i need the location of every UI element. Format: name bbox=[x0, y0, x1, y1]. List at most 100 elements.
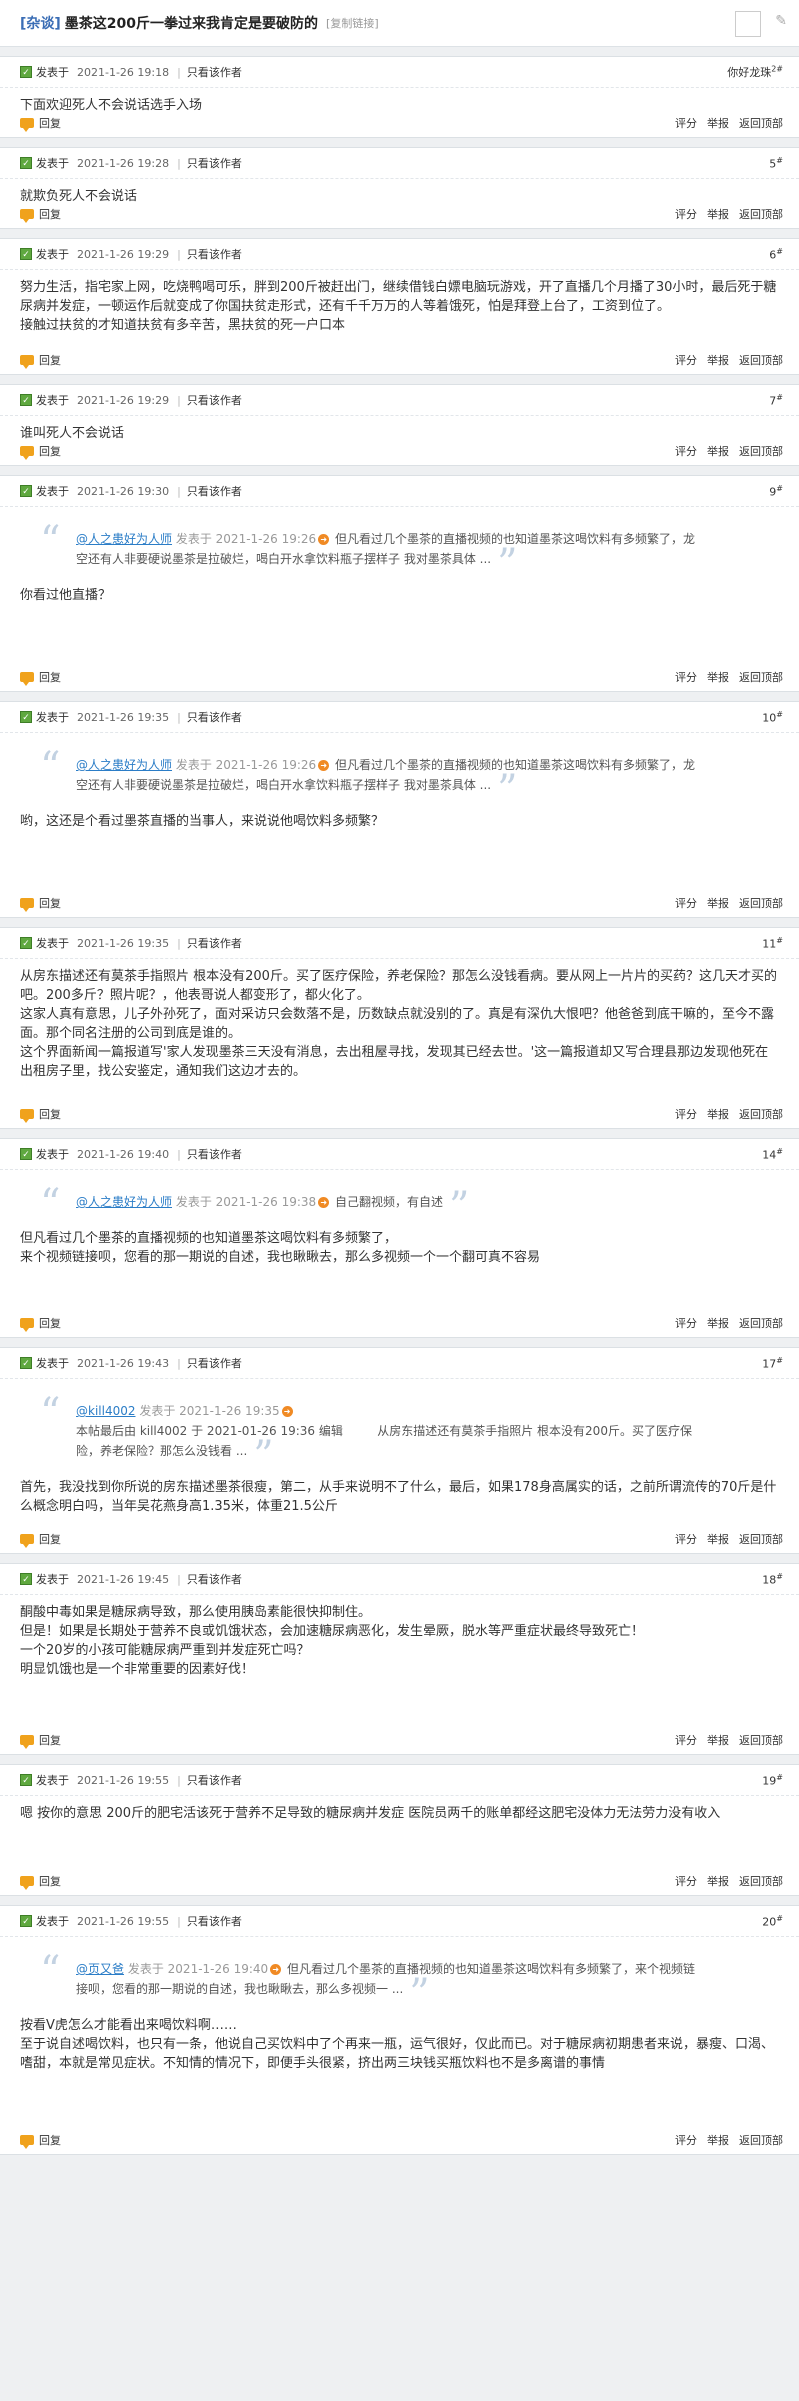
back-to-top-button[interactable]: 返回顶部 bbox=[739, 2132, 783, 2148]
speech-bubble-icon[interactable] bbox=[20, 118, 34, 132]
only-author-link[interactable]: 只看该作者 bbox=[187, 64, 242, 80]
reply-button[interactable]: 回复 bbox=[39, 895, 61, 911]
reply-button[interactable]: 回复 bbox=[39, 1106, 61, 1122]
rate-button[interactable]: 评分 bbox=[675, 352, 697, 368]
only-author-link[interactable]: 只看该作者 bbox=[187, 1913, 242, 1929]
only-author-link[interactable]: 只看该作者 bbox=[187, 709, 242, 725]
speech-bubble-icon[interactable] bbox=[20, 355, 34, 369]
back-to-top-button[interactable]: 返回顶部 bbox=[739, 1873, 783, 1889]
rate-button[interactable]: 评分 bbox=[675, 669, 697, 685]
only-author-link[interactable]: 只看该作者 bbox=[187, 1571, 242, 1587]
floor-number[interactable]: 20# bbox=[762, 1914, 783, 1929]
report-button[interactable]: 举报 bbox=[707, 1732, 729, 1748]
reply-button[interactable]: 回复 bbox=[39, 206, 61, 222]
rate-button[interactable]: 评分 bbox=[675, 115, 697, 131]
post: ✓ 发表于 2021-1-26 19:35 | 只看该作者 10# “ @人之患好为人师 发表… bbox=[0, 701, 799, 918]
speech-bubble-icon[interactable] bbox=[20, 1735, 34, 1749]
floor-number[interactable]: 11# bbox=[762, 936, 783, 951]
header-checkbox[interactable] bbox=[735, 11, 761, 37]
quoted-user-link[interactable]: @kill4002 bbox=[76, 1404, 136, 1418]
reply-button[interactable]: 回复 bbox=[39, 1315, 61, 1331]
quoted-user-link[interactable]: @人之患好为人师 bbox=[76, 758, 172, 772]
report-button[interactable]: 举报 bbox=[707, 1873, 729, 1889]
back-to-top-button[interactable]: 返回顶部 bbox=[739, 115, 783, 131]
speech-bubble-icon[interactable] bbox=[20, 1876, 34, 1890]
arrow-circle-icon[interactable]: ➜ bbox=[318, 760, 330, 771]
report-button[interactable]: 举报 bbox=[707, 895, 729, 911]
reply-button[interactable]: 回复 bbox=[39, 443, 61, 459]
arrow-circle-icon[interactable]: ➜ bbox=[318, 1197, 330, 1208]
only-author-link[interactable]: 只看该作者 bbox=[187, 935, 242, 951]
arrow-circle-icon[interactable]: ➜ bbox=[270, 1964, 282, 1975]
back-to-top-button[interactable]: 返回顶部 bbox=[739, 1315, 783, 1331]
report-button[interactable]: 举报 bbox=[707, 1315, 729, 1331]
report-button[interactable]: 举报 bbox=[707, 206, 729, 222]
reply-button[interactable]: 回复 bbox=[39, 115, 61, 131]
posted-at-label: 发表于 bbox=[36, 1774, 69, 1787]
arrow-circle-icon[interactable]: ➜ bbox=[281, 1406, 293, 1417]
arrow-circle-icon[interactable]: ➜ bbox=[318, 534, 330, 545]
speech-bubble-icon[interactable] bbox=[20, 1318, 34, 1332]
back-to-top-button[interactable]: 返回顶部 bbox=[739, 206, 783, 222]
quoted-user-link[interactable]: @页又爸 bbox=[76, 1962, 124, 1976]
report-button[interactable]: 举报 bbox=[707, 1106, 729, 1122]
speech-bubble-icon[interactable] bbox=[20, 1109, 34, 1123]
rate-button[interactable]: 评分 bbox=[675, 206, 697, 222]
reply-button[interactable]: 回复 bbox=[39, 1531, 61, 1547]
rate-button[interactable]: 评分 bbox=[675, 1315, 697, 1331]
rate-button[interactable]: 评分 bbox=[675, 1873, 697, 1889]
rate-button[interactable]: 评分 bbox=[675, 1531, 697, 1547]
report-button[interactable]: 举报 bbox=[707, 1531, 729, 1547]
only-author-link[interactable]: 只看该作者 bbox=[187, 246, 242, 262]
only-author-link[interactable]: 只看该作者 bbox=[187, 483, 242, 499]
floor-number[interactable]: 9# bbox=[769, 484, 783, 499]
floor-number[interactable]: 7# bbox=[769, 393, 783, 408]
rate-button[interactable]: 评分 bbox=[675, 895, 697, 911]
back-to-top-button[interactable]: 返回顶部 bbox=[739, 1531, 783, 1547]
back-to-top-button[interactable]: 返回顶部 bbox=[739, 669, 783, 685]
floor-number[interactable]: 17# bbox=[762, 1356, 783, 1371]
rate-button[interactable]: 评分 bbox=[675, 1106, 697, 1122]
pen-icon[interactable]: ✎ bbox=[775, 13, 787, 29]
report-button[interactable]: 举报 bbox=[707, 2132, 729, 2148]
reply-button[interactable]: 回复 bbox=[39, 1873, 61, 1889]
speech-bubble-icon[interactable] bbox=[20, 1534, 34, 1548]
only-author-link[interactable]: 只看该作者 bbox=[187, 1146, 242, 1162]
rate-button[interactable]: 评分 bbox=[675, 443, 697, 459]
reply-button[interactable]: 回复 bbox=[39, 2132, 61, 2148]
speech-bubble-icon[interactable] bbox=[20, 446, 34, 460]
speech-bubble-icon[interactable] bbox=[20, 898, 34, 912]
back-to-top-button[interactable]: 返回顶部 bbox=[739, 352, 783, 368]
only-author-link[interactable]: 只看该作者 bbox=[187, 1772, 242, 1788]
reply-button[interactable]: 回复 bbox=[39, 1732, 61, 1748]
floor-number[interactable]: 10# bbox=[762, 710, 783, 725]
speech-bubble-icon[interactable] bbox=[20, 2135, 34, 2149]
back-to-top-button[interactable]: 返回顶部 bbox=[739, 1106, 783, 1122]
back-to-top-button[interactable]: 返回顶部 bbox=[739, 895, 783, 911]
quoted-user-link[interactable]: @人之患好为人师 bbox=[76, 532, 172, 546]
floor-number[interactable]: 6# bbox=[769, 247, 783, 262]
reply-button[interactable]: 回复 bbox=[39, 352, 61, 368]
report-button[interactable]: 举报 bbox=[707, 443, 729, 459]
rate-button[interactable]: 评分 bbox=[675, 2132, 697, 2148]
only-author-link[interactable]: 只看该作者 bbox=[187, 392, 242, 408]
copy-link-button[interactable]: [复制链接] bbox=[326, 15, 379, 31]
quoted-user-link[interactable]: @人之患好为人师 bbox=[76, 1195, 172, 1209]
speech-bubble-icon[interactable] bbox=[20, 672, 34, 686]
floor-number[interactable]: 你好龙珠2# bbox=[727, 64, 783, 80]
only-author-link[interactable]: 只看该作者 bbox=[187, 1355, 242, 1371]
back-to-top-button[interactable]: 返回顶部 bbox=[739, 443, 783, 459]
floor-number[interactable]: 14# bbox=[762, 1147, 783, 1162]
thread-category[interactable]: [杂谈] bbox=[20, 13, 61, 33]
reply-button[interactable]: 回复 bbox=[39, 669, 61, 685]
floor-number[interactable]: 19# bbox=[762, 1773, 783, 1788]
back-to-top-button[interactable]: 返回顶部 bbox=[739, 1732, 783, 1748]
speech-bubble-icon[interactable] bbox=[20, 209, 34, 223]
floor-number[interactable]: 5# bbox=[769, 156, 783, 171]
report-button[interactable]: 举报 bbox=[707, 669, 729, 685]
floor-number[interactable]: 18# bbox=[762, 1572, 783, 1587]
report-button[interactable]: 举报 bbox=[707, 352, 729, 368]
only-author-link[interactable]: 只看该作者 bbox=[187, 155, 242, 171]
rate-button[interactable]: 评分 bbox=[675, 1732, 697, 1748]
report-button[interactable]: 举报 bbox=[707, 115, 729, 131]
